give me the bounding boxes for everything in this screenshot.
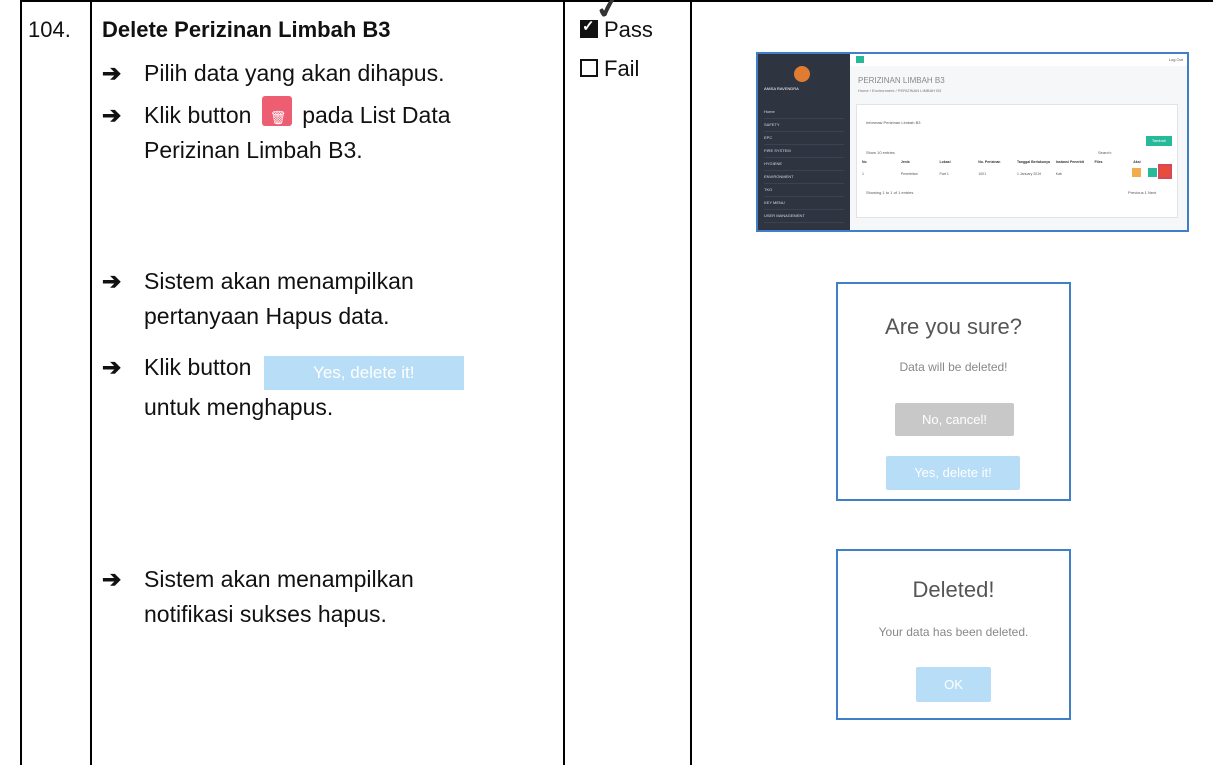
fail-option[interactable]: Fail: [580, 56, 639, 82]
success-dialog: Deleted! Your data has been deleted. OK: [836, 549, 1071, 720]
fail-label: Fail: [604, 56, 640, 81]
column-header[interactable]: Jenis: [901, 160, 940, 164]
sidebar-item[interactable]: EPC: [764, 132, 844, 145]
pass-label: Pass: [604, 17, 653, 42]
arrow-icon: ➔: [102, 566, 122, 592]
arrow-icon: ➔: [102, 268, 122, 294]
step-1-text: Pilih data yang akan dihapus.: [144, 60, 445, 86]
pass-option[interactable]: Pass: [580, 17, 653, 43]
search-label: Search:: [1098, 150, 1112, 155]
sidebar-item[interactable]: HYGIENE: [764, 158, 844, 171]
table-cell: 1 January 2019: [1017, 172, 1042, 176]
sidebar-item[interactable]: FIRE SYSTEM: [764, 145, 844, 158]
table-cell: 1001: [978, 172, 987, 176]
arrow-icon: ➔: [102, 60, 122, 86]
app-screenshot: ANISA RAVENDRA Home SAFETY EPC FIRE SYSTEM H…: [756, 52, 1189, 232]
step-2-before: Klik button: [144, 102, 252, 128]
step-5-line2: notifikasi sukses hapus.: [144, 601, 387, 627]
step-2-after: pada List Data: [302, 102, 451, 128]
step-title: Delete Perizinan Limbah B3: [102, 17, 391, 42]
step-3-line1: Sistem akan menampilkan: [144, 268, 414, 294]
edit-button[interactable]: [1132, 168, 1141, 177]
table-cell: Kab: [1055, 172, 1062, 176]
sidebar-item[interactable]: ENVIRONMENT: [764, 171, 844, 184]
step-5-line1: Sistem akan menampilkan: [144, 566, 414, 592]
confirm-dialog: Are you sure? Data will be deleted! No, …: [836, 282, 1071, 501]
top-bar: [850, 54, 1187, 66]
add-button[interactable]: Tambah: [1146, 136, 1172, 146]
trash-icon: [261, 96, 292, 135]
success-dialog-text: Your data has been deleted.: [878, 625, 1029, 639]
cancel-button[interactable]: No, cancel!: [895, 403, 1014, 436]
step-1: ➔ Pilih data yang akan dihapus.: [102, 56, 445, 91]
section-title: Informasi Perizinan Limbah B3: [866, 120, 921, 125]
column-header[interactable]: Files: [1095, 160, 1134, 164]
table-cell: [1095, 172, 1134, 176]
table-header: No Jenis Lokasi No. Perizinan Tanggal Berlak…: [862, 160, 1172, 164]
view-button[interactable]: [1148, 168, 1157, 177]
table-cell: Penerbitan: [900, 172, 918, 176]
column-header[interactable]: Aksi: [1133, 160, 1172, 164]
arrow-icon: ➔: [102, 102, 122, 128]
breadcrumb: Home / Environment / PERIZINAN LIMBAH B3: [858, 88, 942, 93]
step-3: ➔ Sistem akan menampilkan pertanyaan Hapu…: [102, 264, 414, 334]
avatar: [794, 66, 810, 82]
sidebar-item[interactable]: Home: [764, 106, 844, 119]
step-4-before: Klik button: [144, 354, 252, 380]
ok-button[interactable]: OK: [916, 667, 991, 702]
column-header[interactable]: Instansi Penerbit: [1056, 160, 1095, 164]
table-cell: 1: [862, 172, 864, 176]
sidebar-item[interactable]: TKO: [764, 184, 844, 197]
column-header[interactable]: No. Perizinan: [978, 160, 1017, 164]
sidebar-item[interactable]: KEY MENU: [764, 197, 844, 210]
step-2-cont: Perizinan Limbah B3.: [144, 137, 363, 163]
showing-info: Showing 1 to 1 of 1 entries: [866, 190, 914, 195]
column-header[interactable]: Tanggal Berlakunya: [1017, 160, 1056, 164]
pass-checkbox[interactable]: [580, 17, 598, 38]
fail-checkbox[interactable]: [580, 59, 598, 77]
col-divider-1: [90, 0, 92, 765]
confirm-delete-button[interactable]: Yes, delete it!: [886, 456, 1020, 490]
menu-toggle-button[interactable]: [856, 56, 864, 63]
row-number: 104.: [28, 17, 71, 42]
user-name: ANISA RAVENDRA: [764, 86, 799, 91]
col-divider-2: [563, 0, 565, 765]
sidebar-item[interactable]: SAFETY: [764, 119, 844, 132]
pagination[interactable]: Previous 1 Next: [1128, 190, 1156, 195]
col-divider-3: [690, 0, 692, 765]
column-header[interactable]: Lokasi: [940, 160, 979, 164]
step-4-cont: untuk menghapus.: [144, 394, 334, 420]
table-left-border: [20, 0, 22, 765]
yes-delete-inline-button: Yes, delete it!: [263, 356, 464, 390]
page-title: PERIZINAN LIMBAH B3: [858, 76, 945, 85]
success-dialog-title: Deleted!: [912, 577, 995, 602]
arrow-icon: ➔: [102, 354, 122, 380]
delete-button[interactable]: [1158, 164, 1172, 179]
table-cell: Part 1: [939, 172, 949, 176]
sidebar-item[interactable]: USER MANAGEMENT: [764, 210, 844, 223]
step-5: ➔ Sistem akan menampilkan notifikasi suks…: [102, 562, 414, 632]
confirm-dialog-text: Data will be deleted!: [899, 360, 1008, 374]
table-row: 1 Penerbitan Part 1 1001 1 January 2019 Kab: [862, 172, 1172, 176]
confirm-dialog-title: Are you sure?: [885, 314, 1022, 339]
step-2: ➔ Klik button pada List Data Perizinan Li…: [102, 96, 451, 168]
sidebar-menu: Home SAFETY EPC FIRE SYSTEM HYGIENE ENVIRONME…: [764, 106, 844, 223]
logout-link[interactable]: Log Out: [1169, 57, 1183, 62]
column-header[interactable]: No: [862, 160, 901, 164]
entries-select[interactable]: Show 10 entries: [866, 150, 895, 155]
step-4: ➔ Klik button Yes, delete it! untuk mengh…: [102, 350, 464, 425]
step-3-line2: pertanyaan Hapus data.: [144, 303, 390, 329]
